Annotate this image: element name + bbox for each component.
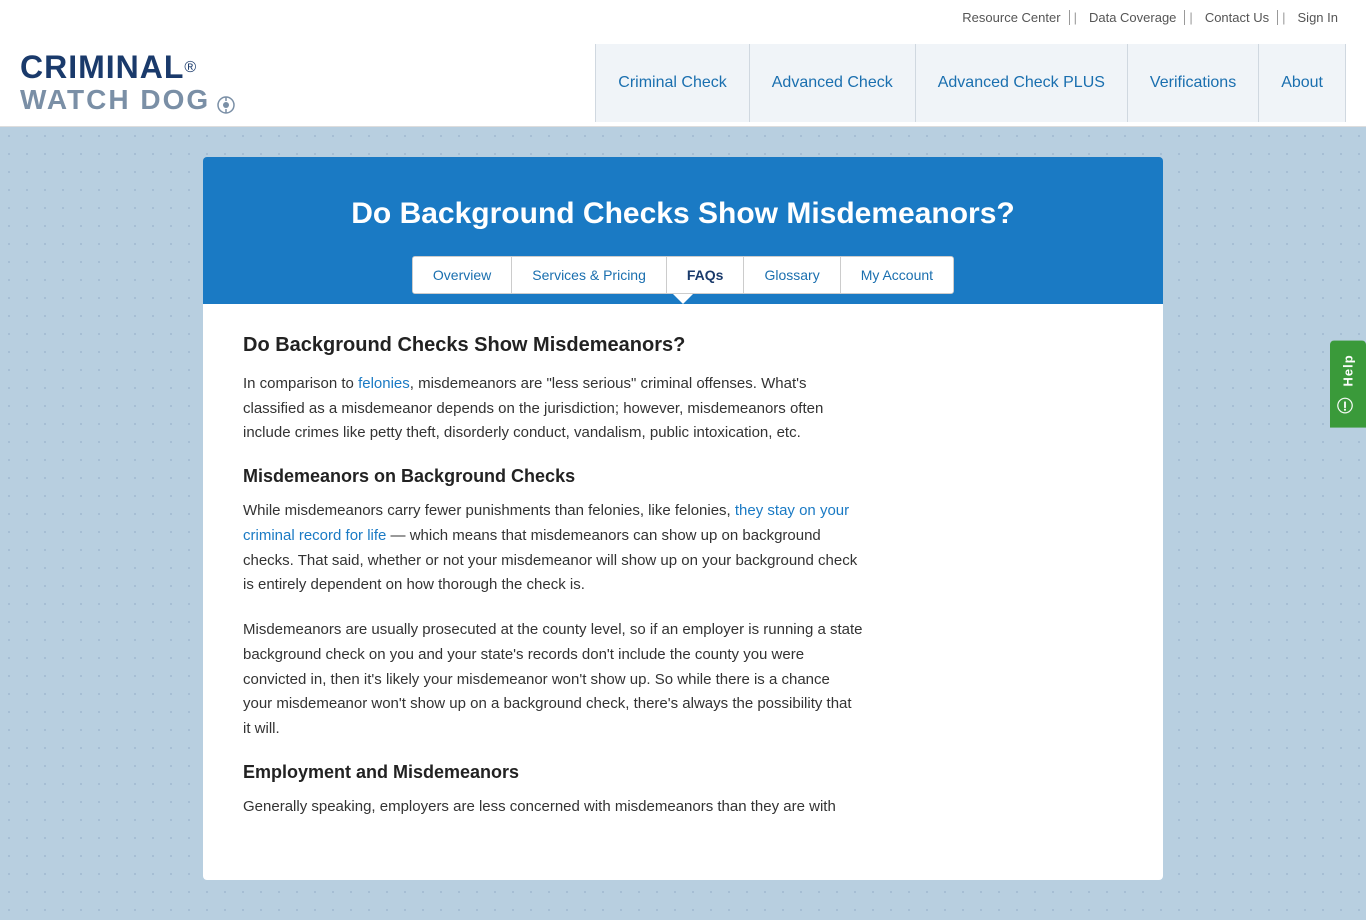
section1-heading: Do Background Checks Show Misdemeanors? (243, 334, 1123, 357)
main-nav: Criminal Check Advanced Check Advanced C… (595, 44, 1346, 122)
help-label: Help (1341, 354, 1356, 386)
data-coverage-link[interactable]: Data Coverage (1081, 10, 1185, 25)
logo-reg: ® (184, 59, 196, 76)
logo-criminal-text: CRIMINAL (20, 49, 184, 85)
nav-about[interactable]: About (1258, 44, 1346, 122)
sub-nav: Overview Services & Pricing FAQs Glossar… (412, 256, 954, 294)
site-header: Resource Center | Data Coverage | Contac… (0, 0, 1366, 127)
contact-us-link[interactable]: Contact Us (1197, 10, 1278, 25)
content-area: Do Background Checks Show Misdemeanors? … (203, 304, 1163, 880)
section3-heading: Employment and Misdemeanors (243, 762, 1123, 783)
hero-banner: Do Background Checks Show Misdemeanors? … (203, 157, 1163, 304)
section2-heading: Misdemeanors on Background Checks (243, 466, 1123, 487)
section3-paragraph: Generally speaking, employers are less c… (243, 795, 863, 820)
section1-paragraph: In comparison to felonies, misdemeanors … (243, 372, 863, 446)
felonies-link[interactable]: felonies (358, 375, 410, 392)
sign-in-link[interactable]: Sign In (1290, 10, 1346, 25)
nav-advanced-check-plus[interactable]: Advanced Check PLUS (915, 44, 1127, 122)
watchdog-icon (216, 95, 236, 115)
help-button[interactable]: ⓘ Help (1330, 340, 1366, 427)
tab-faqs[interactable]: FAQs (667, 257, 745, 293)
tab-arrow (673, 294, 693, 304)
sub-nav-wrapper: Overview Services & Pricing FAQs Glossar… (223, 256, 1143, 304)
criminal-record-link[interactable]: they stay on your criminal record for li… (243, 502, 849, 544)
section2-paragraph1: While misdemeanors carry fewer punishmen… (243, 499, 863, 598)
section2-paragraph2: Misdemeanors are usually prosecuted at t… (243, 618, 863, 742)
logo-watchdog-text: WATCH DOG (20, 84, 210, 115)
help-icon: ⓘ (1336, 397, 1360, 414)
nav-advanced-check[interactable]: Advanced Check (749, 44, 915, 122)
hero-title: Do Background Checks Show Misdemeanors? (223, 197, 1143, 231)
tab-overview[interactable]: Overview (413, 257, 512, 293)
tab-glossary[interactable]: Glossary (744, 257, 840, 293)
top-nav: Resource Center | Data Coverage | Contac… (954, 10, 1346, 25)
nav-criminal-check[interactable]: Criminal Check (595, 44, 748, 122)
logo[interactable]: CRIMINAL® WATCH DOG (20, 40, 236, 126)
tab-services[interactable]: Services & Pricing (512, 257, 667, 293)
nav-verifications[interactable]: Verifications (1127, 44, 1258, 122)
resource-center-link[interactable]: Resource Center (954, 10, 1069, 25)
page-background: Do Background Checks Show Misdemeanors? … (0, 127, 1366, 920)
tab-my-account[interactable]: My Account (841, 257, 953, 293)
